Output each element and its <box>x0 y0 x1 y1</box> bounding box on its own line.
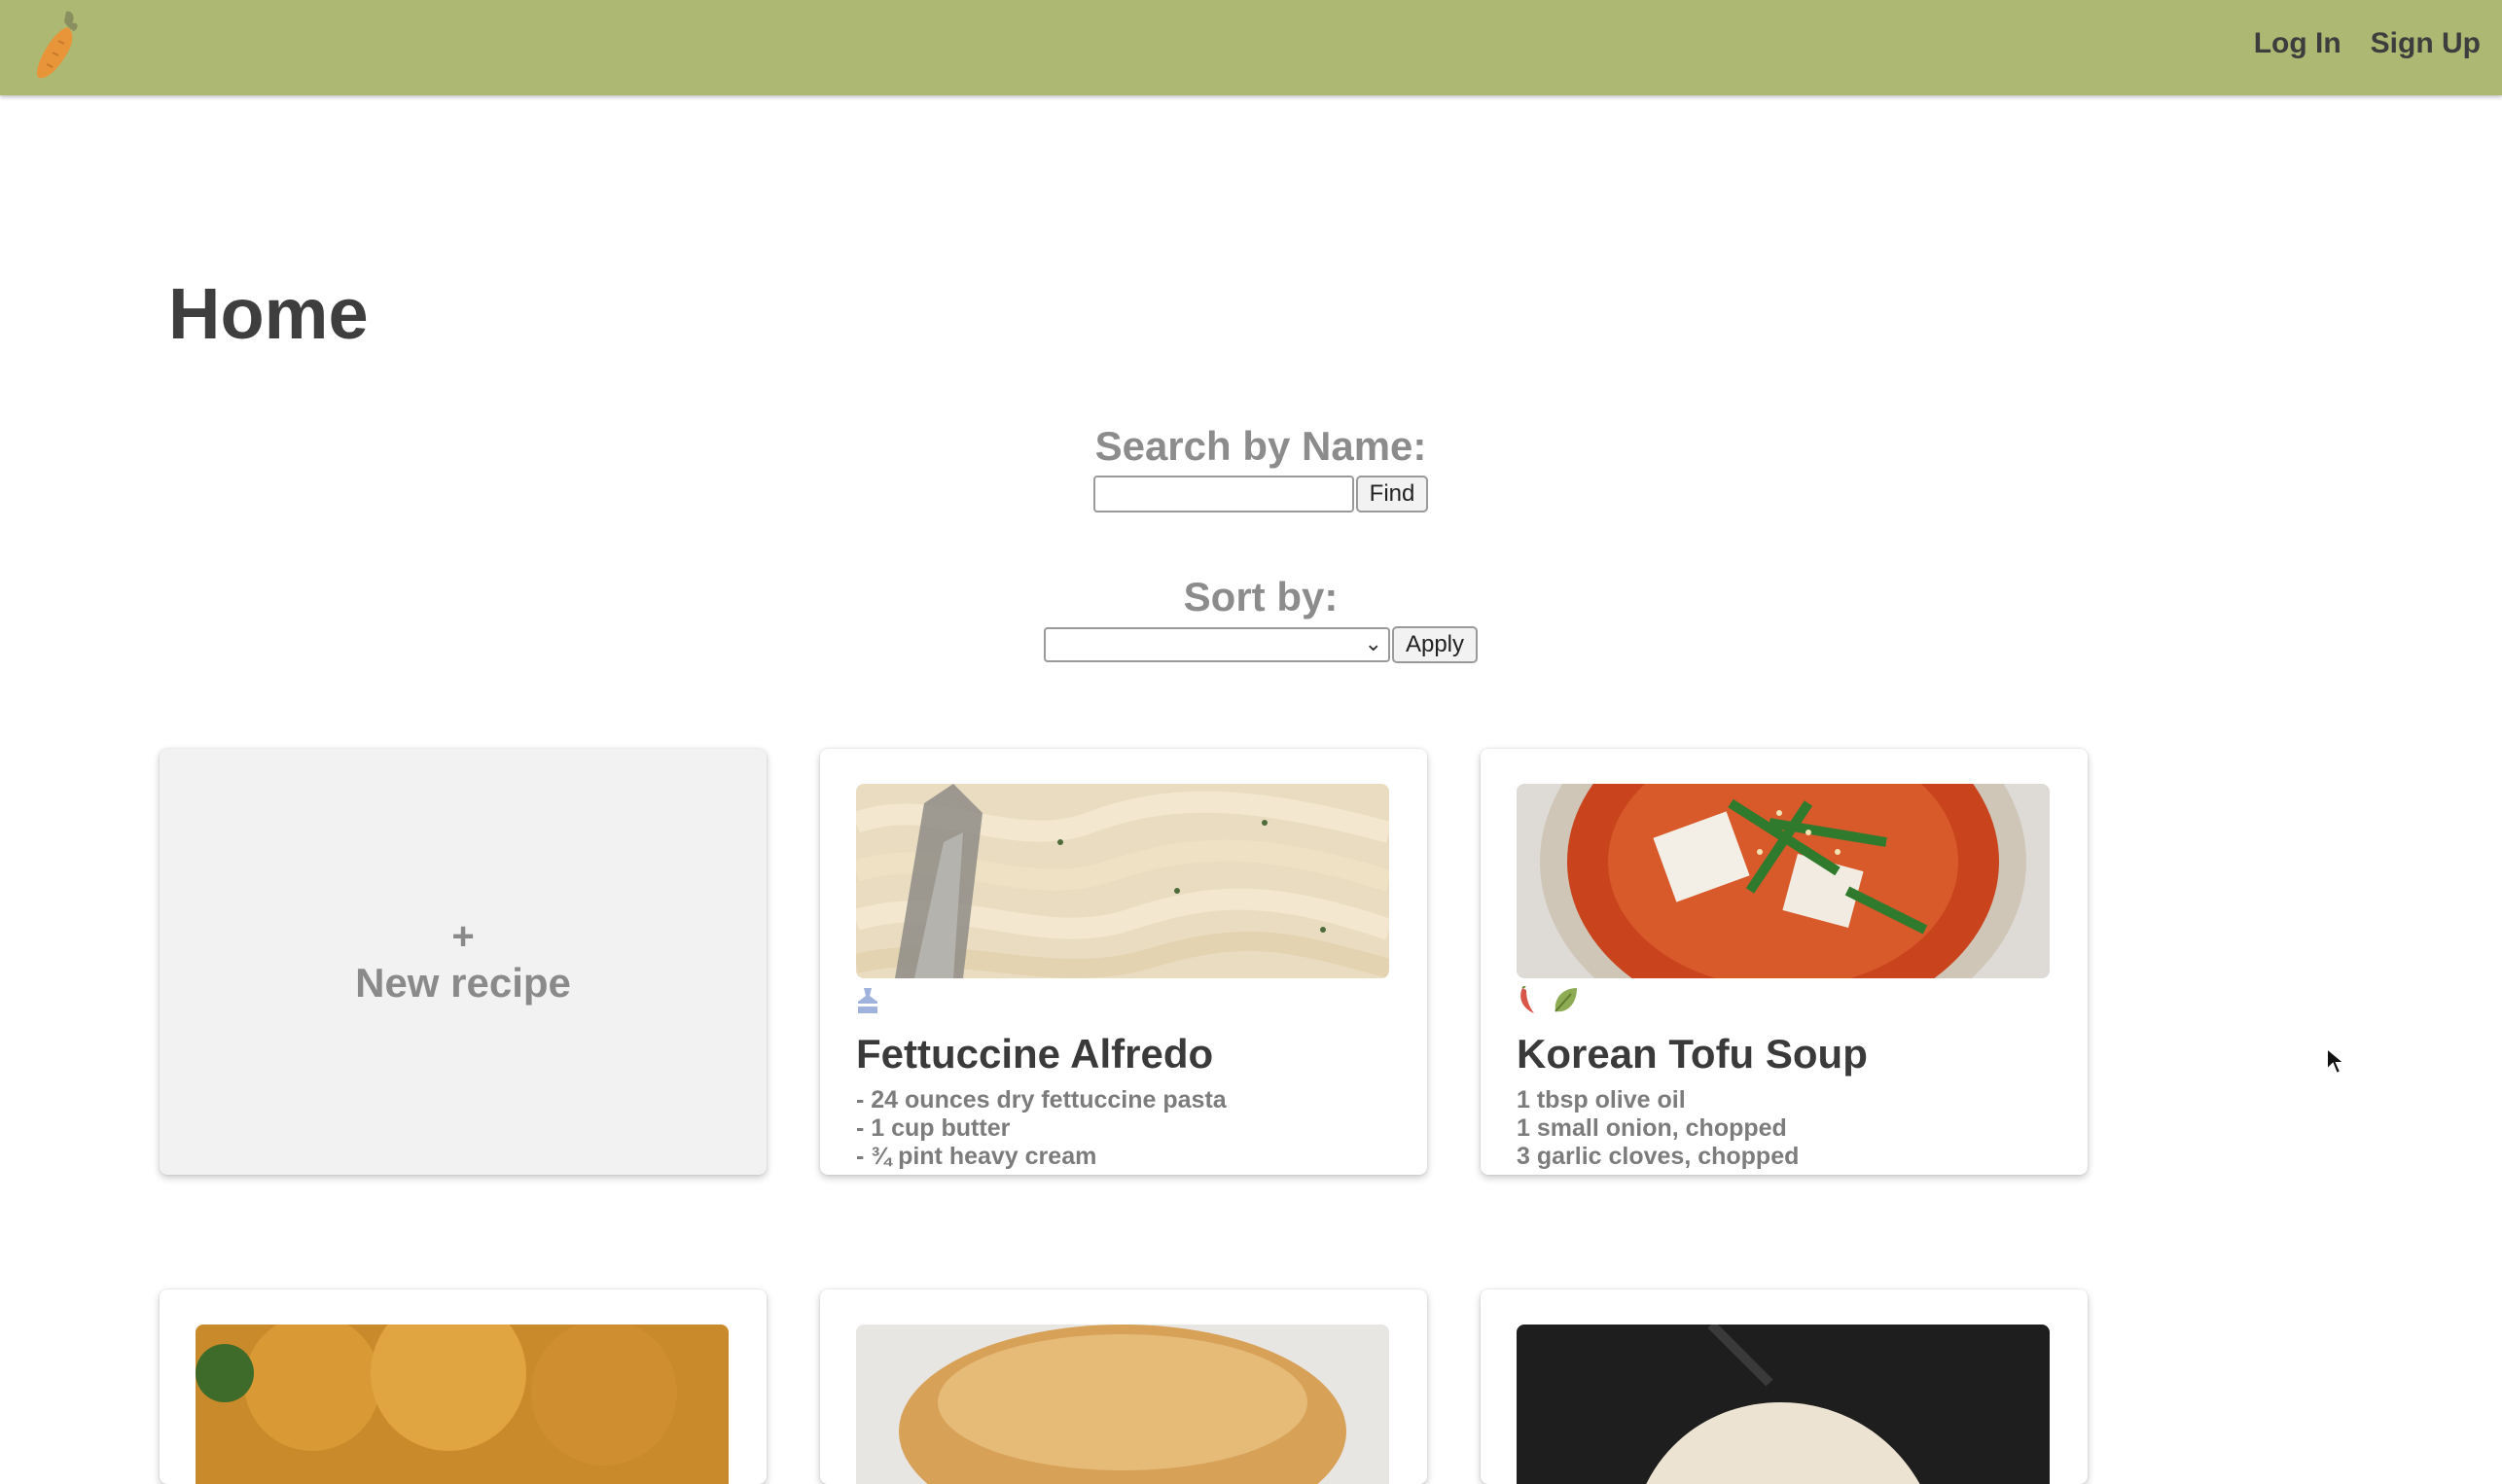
top-navbar: Log In Sign Up <box>0 0 2502 95</box>
search-label: Search by Name: <box>1094 423 1427 469</box>
plus-icon: + <box>451 915 475 958</box>
find-button[interactable]: Find <box>1355 476 1429 512</box>
list-item: - ¾ pint heavy cream <box>856 1143 1097 1170</box>
recipe-card[interactable] <box>160 1290 767 1484</box>
apply-button[interactable]: Apply <box>1391 626 1479 663</box>
recipe-card[interactable]: Fettuccine Alfredo - 24 ounces dry fettu… <box>820 749 1427 1175</box>
recipe-image-fettuccine <box>856 784 1389 978</box>
recipe-card[interactable]: Korean Tofu Soup 1 tbsp olive oil 1 smal… <box>1481 749 2088 1175</box>
dairy-icon <box>858 988 877 1013</box>
recipe-tags <box>856 986 879 1015</box>
carrot-logo-icon[interactable] <box>29 8 84 84</box>
sort-section: Sort by: ⌄ Apply <box>1008 574 1514 663</box>
sort-select[interactable]: ⌄ <box>1043 627 1390 662</box>
sort-label: Sort by: <box>1183 574 1339 619</box>
recipe-title: Fettuccine Alfredo <box>856 1031 1214 1077</box>
list-item: - 1 cup butter <box>856 1114 1011 1142</box>
mouse-cursor-icon <box>2326 1046 2346 1076</box>
page-title: Home <box>168 273 369 354</box>
list-item: 3 garlic cloves, chopped <box>1517 1143 1800 1170</box>
list-item: - 24 ounces dry fettuccine pasta <box>856 1086 1227 1113</box>
new-recipe-card[interactable]: + New recipe <box>160 749 767 1175</box>
recipe-image-dumplings <box>1517 1325 2050 1484</box>
recipe-tags <box>1517 986 1579 1015</box>
search-input[interactable] <box>1092 476 1354 512</box>
signup-link[interactable]: Sign Up <box>2371 27 2481 60</box>
search-section: Search by Name: Find <box>1056 423 1465 512</box>
recipe-card[interactable] <box>820 1290 1427 1484</box>
chili-pepper-icon <box>1520 986 1534 1013</box>
list-item: 1 small onion, chopped <box>1517 1114 1787 1142</box>
chevron-down-icon: ⌄ <box>1364 631 1382 655</box>
recipe-card[interactable] <box>1481 1290 2088 1484</box>
recipe-image-burger <box>856 1325 1389 1484</box>
recipe-image-fried-chicken <box>196 1325 729 1484</box>
ingredient-list: - 24 ounces dry fettuccine pasta - 1 cup… <box>856 1086 1227 1171</box>
login-link[interactable]: Log In <box>2254 27 2341 60</box>
recipe-image-tofu-soup <box>1517 784 2050 978</box>
leaf-icon <box>1555 988 1577 1012</box>
recipe-title: Korean Tofu Soup <box>1517 1031 1868 1077</box>
auth-nav: Log In Sign Up <box>2254 27 2481 60</box>
ingredient-list: 1 tbsp olive oil 1 small onion, chopped … <box>1517 1086 1799 1171</box>
list-item: 1 tbsp olive oil <box>1517 1086 1686 1113</box>
new-recipe-label: New recipe <box>355 960 571 1006</box>
